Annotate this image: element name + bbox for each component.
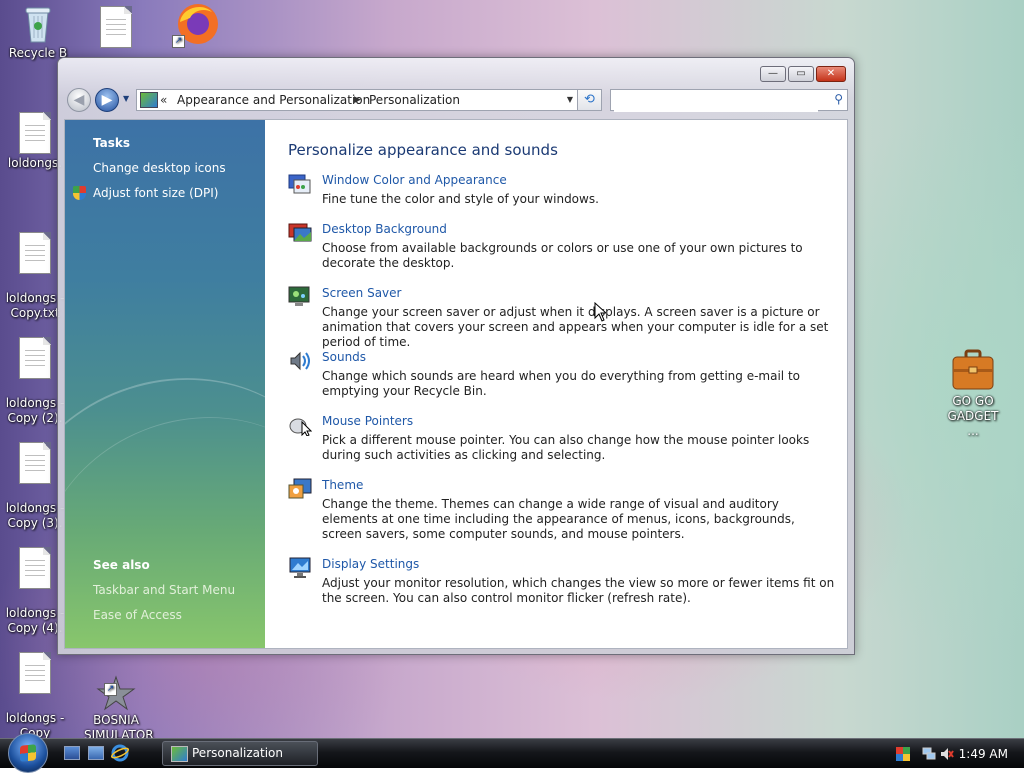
shortcut-arrow-icon: ↗ xyxy=(104,683,117,696)
refresh-icon[interactable]: ⟲ xyxy=(578,89,602,111)
caption-buttons: — ▭ ✕ xyxy=(758,66,846,82)
maximize-icon[interactable]: ▭ xyxy=(788,66,814,82)
desktop-icon-label: BOSNIA SIMULATOR xyxy=(84,713,154,738)
windows-logo-icon xyxy=(20,744,36,762)
list-item-desktop-background: Desktop Background Choose from available… xyxy=(288,222,838,272)
text-file-icon xyxy=(19,547,51,589)
minimize-icon[interactable]: — xyxy=(760,66,786,82)
desktop-icon-text-file[interactable] xyxy=(84,6,148,50)
list-item-screen-saver: Screen Saver Change your screen saver or… xyxy=(288,286,838,349)
close-icon[interactable]: ✕ xyxy=(816,66,846,82)
window-color-link[interactable]: Window Color and Appearance xyxy=(322,173,507,187)
breadcrumb-personalization[interactable]: Personalization xyxy=(369,90,460,110)
text-file-icon xyxy=(100,6,132,48)
control-panel-icon xyxy=(171,746,188,762)
search-box: ⚲ xyxy=(610,89,848,112)
list-item-window-color: Window Color and Appearance Fine tune th… xyxy=(288,173,838,209)
display-settings-description: Adjust your monitor resolution, which ch… xyxy=(322,576,835,605)
text-file-icon xyxy=(19,652,51,694)
text-file-icon xyxy=(19,337,51,379)
list-item-sounds: Sounds Change which sounds are heard whe… xyxy=(288,350,838,400)
internet-explorer-icon[interactable] xyxy=(110,744,130,762)
uac-shield-icon xyxy=(73,186,86,200)
display-settings-icon xyxy=(288,557,312,579)
search-icon[interactable]: ⚲ xyxy=(834,92,843,106)
screen-saver-icon xyxy=(288,286,312,308)
search-input[interactable] xyxy=(614,91,818,112)
bosnia-simulator-icon: ↗ xyxy=(96,660,136,711)
breadcrumb-appearance-and-personalization[interactable]: Appearance and Personalization xyxy=(177,90,370,110)
taskbar: Personalization 1:49 AM xyxy=(0,733,1024,773)
theme-link[interactable]: Theme xyxy=(322,478,363,492)
breadcrumb-separator-icon[interactable]: ▶ xyxy=(354,90,361,110)
switch-windows-icon[interactable] xyxy=(88,746,104,760)
task-pane: Tasks Change desktop icons Adjust font s… xyxy=(65,120,396,648)
screen-saver-description: Change your screen saver or adjust when … xyxy=(322,305,829,349)
list-item-mouse-pointers: Mouse Pointers Pick a different mouse po… xyxy=(288,414,838,464)
address-dropdown-chevron-down-icon[interactable]: ▼ xyxy=(567,90,573,110)
see-also-ease-of-access[interactable]: Ease of Access xyxy=(93,608,182,622)
taskbar-button-personalization[interactable]: Personalization xyxy=(162,741,318,766)
window-color-description: Fine tune the color and style of your wi… xyxy=(322,192,599,206)
text-file-icon xyxy=(19,442,51,484)
task-change-desktop-icons[interactable]: Change desktop icons xyxy=(93,161,226,175)
notification-area: 1:49 AM xyxy=(884,739,1024,769)
mouse-pointers-icon xyxy=(288,414,313,437)
desktop-icon-bosnia-simulator[interactable]: ↗ BOSNIA SIMULATOR xyxy=(84,645,154,738)
task-adjust-font-size[interactable]: Adjust font size (DPI) xyxy=(93,186,218,200)
control-panel-icon xyxy=(140,92,158,108)
back-arrow-icon[interactable]: ◀ xyxy=(67,88,91,112)
list-item-display-settings: Display Settings Adjust your monitor res… xyxy=(288,557,838,607)
desktop-background-icon xyxy=(288,222,312,244)
show-desktop-icon[interactable] xyxy=(64,746,80,760)
display-settings-link[interactable]: Display Settings xyxy=(322,557,419,571)
content-area: Tasks Change desktop icons Adjust font s… xyxy=(64,119,848,649)
mouse-pointers-description: Pick a different mouse pointer. You can … xyxy=(322,433,810,462)
volume-muted-icon[interactable] xyxy=(940,746,954,760)
see-also-taskbar-and-start-menu[interactable]: Taskbar and Start Menu xyxy=(93,583,235,597)
recent-pages-chevron-down-icon[interactable]: ▼ xyxy=(123,94,129,103)
network-icon[interactable] xyxy=(922,746,936,760)
list-item-theme: Theme Change the theme. Themes can chang… xyxy=(288,478,838,542)
personalization-window: — ▭ ✕ ◀ ▶ ▼ « Appearance and Personaliza… xyxy=(57,57,855,655)
desktop-icon-recycle-bin[interactable]: Recycle B xyxy=(6,2,70,61)
shortcut-arrow-icon: ↗ xyxy=(172,35,185,48)
taskbar-button-label: Personalization xyxy=(192,746,283,760)
text-file-icon xyxy=(19,232,51,274)
theme-icon xyxy=(288,478,312,500)
breadcrumb-overflow-chevron[interactable]: « xyxy=(160,90,167,110)
window-color-icon xyxy=(288,173,312,195)
desktop-icon-firefox[interactable]: ↗ xyxy=(163,2,227,50)
navigation-bar: ◀ ▶ ▼ « Appearance and Personalization ▶… xyxy=(66,86,848,114)
main-pane: Personalize appearance and sounds Window… xyxy=(265,120,847,648)
sounds-icon xyxy=(288,350,312,372)
recycle-bin-icon xyxy=(23,2,53,44)
clock[interactable]: 1:49 AM xyxy=(959,739,1008,769)
sounds-link[interactable]: Sounds xyxy=(322,350,366,364)
desktop-icon-go-go-gadget[interactable]: GO GO GADGET ... xyxy=(940,318,1006,454)
tasks-heading: Tasks xyxy=(93,136,131,150)
mouse-pointers-link[interactable]: Mouse Pointers xyxy=(322,414,413,428)
address-bar[interactable]: « Appearance and Personalization ▶ Perso… xyxy=(136,89,578,111)
sounds-description: Change which sounds are heard when you d… xyxy=(322,369,800,398)
start-button[interactable] xyxy=(8,733,48,773)
firefox-icon: ↗ xyxy=(172,2,218,48)
desktop-background-description: Choose from available backgrounds or col… xyxy=(322,241,803,270)
text-file-icon xyxy=(19,112,51,154)
theme-description: Change the theme. Themes can change a wi… xyxy=(322,497,795,541)
see-also-heading: See also xyxy=(93,558,150,572)
desktop-background-link[interactable]: Desktop Background xyxy=(322,222,447,236)
mouse-cursor-icon xyxy=(594,301,608,322)
security-center-icon[interactable] xyxy=(896,746,910,761)
page-title: Personalize appearance and sounds xyxy=(288,141,558,159)
forward-arrow-icon[interactable]: ▶ xyxy=(95,88,119,112)
desktop-icon-label: GO GO GADGET ... xyxy=(947,394,999,438)
screen-saver-link[interactable]: Screen Saver xyxy=(322,286,401,300)
briefcase-icon xyxy=(951,333,995,390)
